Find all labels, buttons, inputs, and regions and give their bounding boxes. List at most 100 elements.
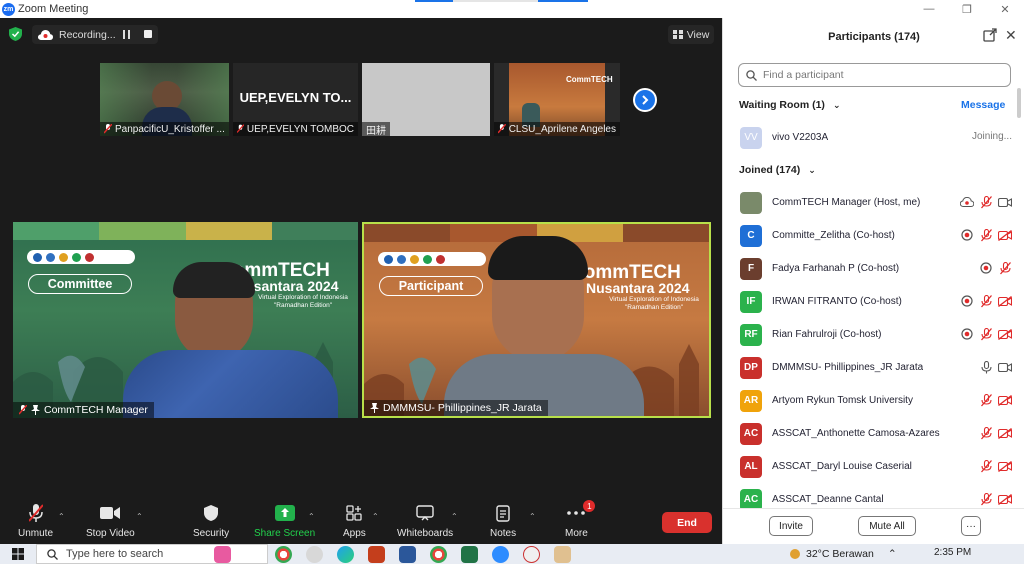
app-icon[interactable] [523, 546, 540, 563]
end-meeting-button[interactable]: End [662, 512, 712, 533]
close-panel-icon[interactable]: ✕ [1005, 27, 1017, 44]
thumbnail-display-name: UEP,EVELYN TO... [239, 90, 352, 105]
video-off-icon [998, 228, 1012, 242]
invite-button[interactable]: Invite [769, 516, 813, 536]
participant-name: ASSCAT_Deanne Cantal [772, 494, 884, 505]
pause-recording-icon[interactable] [123, 30, 131, 39]
weather-text[interactable]: 32°C Berawan [806, 548, 874, 560]
video-tile-dmmmsu-jr-jarata[interactable]: Participant CommTECH Nusantara 2024 Virt… [362, 222, 711, 418]
participant-name: Committe_Zelitha (Co-host) [772, 230, 895, 241]
search-participant-input[interactable]: Find a participant [738, 63, 1011, 87]
notes-icon [492, 504, 514, 522]
participant-row[interactable]: AL ASSCAT_Daryl Louise Caserial [740, 454, 1012, 479]
meeting-toolbar: Unmute ⌃ Stop Video ⌃ Security Share Scr… [0, 500, 722, 544]
participant-row[interactable]: DP DMMMSU- Phillippines_JR Jarata [740, 355, 1012, 380]
event-description: Virtual Exploration of Indonesia "Ramadh… [258, 294, 348, 309]
participant-row[interactable]: C Committe_Zelitha (Co-host) [740, 223, 1012, 248]
unmute-button[interactable]: Unmute [18, 504, 53, 544]
mute-all-button[interactable]: Mute All [858, 516, 916, 536]
avatar: IF [740, 290, 762, 313]
thumbnail-video-1[interactable]: PanpacificU_Kristoffer ... [100, 63, 229, 136]
avatar: C [740, 224, 762, 247]
security-button[interactable]: Security [193, 504, 229, 544]
title-bar: zm Zoom Meeting — ❐ ✕ [0, 0, 1024, 18]
share-screen-button[interactable]: Share Screen [254, 504, 315, 544]
restore-icon[interactable]: ❐ [948, 0, 986, 18]
word-icon[interactable] [399, 546, 416, 563]
thumbnail-video-4[interactable]: CommTECH CLSU_Aprilene Angeles [494, 63, 620, 136]
thumbnail-video-3[interactable]: 田耕 [362, 63, 490, 136]
whiteboards-options-caret-icon[interactable]: ⌃ [451, 512, 458, 521]
close-window-icon[interactable]: ✕ [986, 0, 1024, 18]
participant-row[interactable]: CommTECH Manager (Host, me) [740, 190, 1012, 215]
recording-icon [960, 327, 974, 341]
thumbnail-video-2[interactable]: UEP,EVELYN TO... UEP,EVELYN TOMBOC [233, 63, 358, 136]
joined-header[interactable]: Joined (174) ⌄ [739, 164, 816, 176]
waiting-room-header[interactable]: Waiting Room (1) ⌄ [739, 99, 840, 111]
chrome-icon[interactable] [275, 546, 292, 563]
share-screen-icon [274, 504, 296, 522]
powerpoint-icon[interactable] [368, 546, 385, 563]
scrollbar[interactable] [1017, 88, 1021, 118]
audio-options-caret-icon[interactable]: ⌃ [58, 512, 65, 521]
chrome-profile-icon[interactable] [430, 546, 447, 563]
participant-row[interactable]: AR Artyom Rykun Tomsk University [740, 388, 1012, 413]
participant-status-icons [979, 360, 1012, 374]
tulip-widget-icon[interactable] [214, 546, 231, 563]
next-page-arrow-icon[interactable] [633, 88, 657, 112]
popout-icon[interactable] [983, 28, 997, 42]
recording-icon [979, 261, 993, 275]
view-button[interactable]: View [668, 25, 714, 44]
tray-overflow-icon[interactable]: ⌃ [888, 548, 897, 560]
mic-muted-icon [979, 492, 993, 506]
search-icon [746, 69, 757, 81]
stop-recording-icon[interactable] [144, 30, 152, 38]
apps-options-caret-icon[interactable]: ⌃ [372, 512, 379, 521]
apps-button[interactable]: Apps [343, 504, 366, 544]
participant-status-icons [960, 195, 1012, 209]
taskbar-clock[interactable]: 2:35 PM [934, 547, 971, 558]
video-options-caret-icon[interactable]: ⌃ [136, 512, 143, 521]
mic-muted-icon [498, 124, 506, 134]
participant-row[interactable]: AC ASSCAT_Anthonette Camosa-Azares [740, 421, 1012, 446]
notes-options-caret-icon[interactable]: ⌃ [529, 512, 536, 521]
excel-icon[interactable] [461, 546, 478, 563]
zoom-taskbar-icon[interactable] [492, 546, 509, 563]
participant-row[interactable]: F Fadya Farhanah P (Co-host) [740, 256, 1012, 281]
video-tile-commtech-manager[interactable]: Committee CommTECH Nusantara 2024 Virtua… [13, 222, 358, 418]
waiting-participant-row[interactable]: VV vivo V2203A Joining... [740, 125, 1012, 150]
whiteboards-button[interactable]: Whiteboards [397, 504, 453, 544]
windows-start-icon[interactable] [0, 544, 36, 564]
minimize-icon[interactable]: — [910, 0, 948, 18]
role-badge: Participant [379, 276, 483, 296]
mic-muted-icon [979, 327, 993, 341]
avatar: DP [740, 356, 762, 379]
mic-muted-icon [979, 393, 993, 407]
video-off-icon [998, 393, 1012, 407]
meeting-topbar: Recording... View [0, 18, 722, 50]
cloud-recording-icon [38, 29, 53, 40]
security-shield-icon[interactable] [9, 27, 22, 41]
participant-row[interactable]: IF IRWAN FITRANTO (Co-host) [740, 289, 1012, 314]
more-button[interactable]: 1 More [565, 500, 596, 544]
edge-icon[interactable] [337, 546, 354, 563]
share-options-caret-icon[interactable]: ⌃ [308, 512, 315, 521]
windows-taskbar: Type here to search 32°C Berawan ⌃ 2:35 … [0, 544, 1024, 564]
participant-status-icons [979, 426, 1012, 440]
participant-status-icons [979, 492, 1012, 506]
participant-name: ASSCAT_Daryl Louise Caserial [772, 461, 912, 472]
stop-video-button[interactable]: Stop Video [86, 504, 135, 544]
tile-name-label: DMMMSU- Phillippines_JR Jarata [364, 400, 548, 416]
participant-name: vivo V2203A [772, 132, 829, 143]
file-explorer-icon[interactable] [554, 546, 571, 563]
video-off-icon [998, 294, 1012, 308]
recording-icon [960, 228, 974, 242]
thumbnail-name-label: PanpacificU_Kristoffer ... [100, 122, 229, 136]
notes-button[interactable]: Notes [490, 504, 516, 544]
weather-icon[interactable] [790, 549, 800, 559]
zoom-logo-icon: zm [2, 2, 15, 16]
more-options-button[interactable]: ··· [961, 516, 981, 536]
snipping-tool-icon[interactable] [306, 546, 323, 563]
participant-row[interactable]: RF Rian Fahrulroji (Co-host) [740, 322, 1012, 347]
message-waiting-room-link[interactable]: Message [961, 99, 1005, 111]
